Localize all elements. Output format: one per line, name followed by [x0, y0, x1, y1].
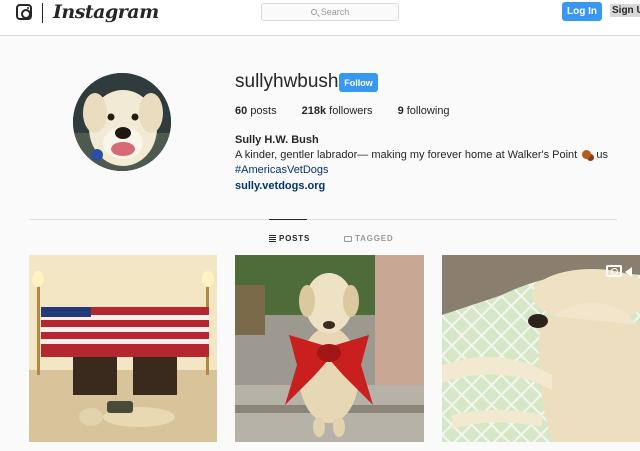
- posts-count: 60: [235, 105, 248, 117]
- post-thumbnail-sleeping-dog[interactable]: [442, 255, 640, 442]
- follow-button[interactable]: Follow: [339, 73, 378, 92]
- video-indicator-icon: [625, 267, 632, 277]
- instagram-wordmark[interactable]: Instagram: [53, 1, 159, 23]
- following-count: 9: [397, 105, 404, 117]
- profile-bio: A kinder, gentler labrador— making my fo…: [235, 149, 608, 161]
- following-stat[interactable]: 9 following: [398, 105, 450, 117]
- bio-suffix: us: [596, 149, 608, 161]
- followers-label: followers: [329, 105, 373, 117]
- login-button[interactable]: Log In: [562, 2, 602, 21]
- logo-separator: [42, 3, 43, 23]
- signup-link[interactable]: Sign Up: [610, 4, 640, 17]
- paw-prints-icon: [582, 150, 592, 159]
- profile-stats: 60 posts 218k followers 9 following: [235, 105, 475, 117]
- top-navbar: Instagram Search Log In Sign Up: [0, 0, 640, 36]
- followers-stat[interactable]: 218k followers: [302, 105, 373, 117]
- profile-full-name: Sully H.W. Bush: [235, 134, 319, 146]
- profile-avatar: [73, 73, 171, 171]
- tab-tagged-label: TAGGED: [355, 234, 394, 243]
- tab-tagged[interactable]: TAGGED: [344, 234, 393, 243]
- bio-hashtag-link[interactable]: #AmericasVetDogs: [235, 164, 329, 176]
- search-placeholder: Search: [320, 7, 350, 17]
- active-tab-indicator: [269, 219, 307, 220]
- tab-posts[interactable]: POSTS: [269, 234, 310, 243]
- grid-icon: [269, 235, 276, 242]
- tab-posts-label: POSTS: [279, 234, 311, 243]
- profile-website-link[interactable]: sully.vetdogs.org: [235, 180, 325, 192]
- post-thumbnail-casket[interactable]: [29, 255, 217, 442]
- tagged-icon: [344, 235, 352, 242]
- tabs-divider: [29, 219, 617, 220]
- posts-label: posts: [250, 105, 277, 117]
- search-input[interactable]: Search: [261, 3, 399, 21]
- followers-count: 218k: [301, 105, 327, 117]
- following-label: following: [406, 105, 450, 117]
- post-thumbnail-red-bow[interactable]: [235, 255, 424, 442]
- profile-username: sullyhwbush: [235, 71, 339, 92]
- posts-stat: 60 posts: [235, 105, 277, 117]
- bio-text: A kinder, gentler labrador— making my fo…: [235, 149, 578, 161]
- search-icon: [310, 9, 317, 15]
- video-camera-icon: [606, 265, 622, 277]
- instagram-camera-icon[interactable]: [16, 4, 32, 20]
